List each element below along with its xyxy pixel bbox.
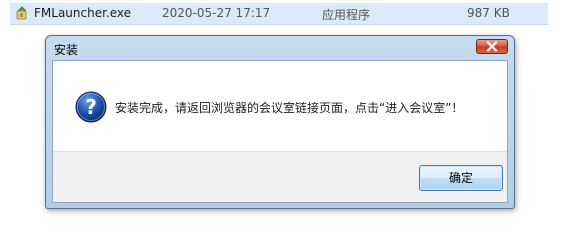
file-size: 987 KB [467, 6, 510, 20]
install-dialog: 安装 ? 安装完成，请返回浏览器的会议室链接页面，点击“进入会议室”！ 确定 [45, 35, 515, 209]
dialog-body: ? 安装完成，请返回浏览器的会议室链接页面，点击“进入会议室”！ 确定 [52, 60, 508, 203]
file-modified-date: 2020-05-27 17:17 [162, 6, 271, 20]
svg-text:?: ? [85, 95, 97, 119]
dialog-message: 安装完成，请返回浏览器的会议室链接页面，点击“进入会议室”！ [115, 101, 464, 115]
close-icon [486, 41, 498, 52]
message-area: ? 安装完成，请返回浏览器的会议室链接页面，点击“进入会议室”！ [53, 61, 507, 151]
file-type: 应用程序 [322, 8, 371, 22]
close-button[interactable] [476, 39, 508, 54]
file-name: FMLauncher.exe [34, 6, 132, 20]
installer-icon [15, 6, 29, 20]
ok-button[interactable]: 确定 [419, 165, 503, 191]
screen: FMLauncher.exe 2020-05-27 17:17 应用程序 987… [0, 0, 574, 245]
file-list-row[interactable]: FMLauncher.exe 2020-05-27 17:17 应用程序 987… [10, 3, 548, 25]
dialog-title: 安装 [54, 43, 79, 57]
button-bar: 确定 [53, 151, 507, 202]
question-icon: ? [75, 91, 107, 123]
